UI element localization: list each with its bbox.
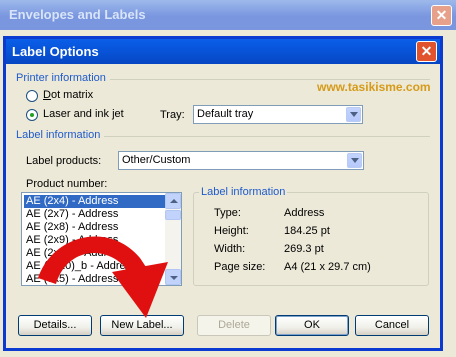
red-arrow-annotation	[38, 236, 168, 318]
arrow-head	[112, 262, 168, 318]
